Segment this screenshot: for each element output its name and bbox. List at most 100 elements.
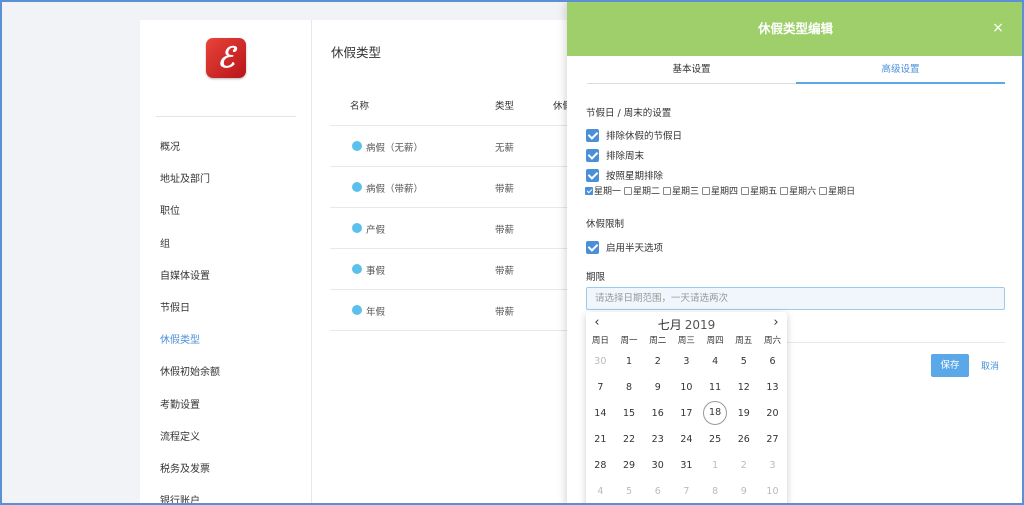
- calendar-day[interactable]: 14: [586, 400, 615, 426]
- save-button[interactable]: 保存: [931, 354, 969, 377]
- calendar-day[interactable]: 7: [586, 374, 615, 400]
- calendar-day[interactable]: 4: [586, 478, 615, 503]
- weekday-option[interactable]: 星期六: [780, 184, 816, 197]
- calendar-day[interactable]: 2: [729, 452, 758, 478]
- exclude-holidays-option[interactable]: 排除休假的节假日: [586, 128, 682, 142]
- calendar-day[interactable]: 5: [729, 348, 758, 374]
- calendar-day[interactable]: 7: [672, 478, 701, 503]
- calendar-day[interactable]: 30: [586, 348, 615, 374]
- calendar-day[interactable]: 8: [615, 374, 644, 400]
- calendar-day[interactable]: 1: [615, 348, 644, 374]
- chevron-right-icon[interactable]: ›: [769, 315, 783, 331]
- calendar-day[interactable]: 19: [729, 400, 758, 426]
- exclude-by-weekday-checkbox[interactable]: [586, 168, 599, 182]
- weekday-checkbox[interactable]: [780, 186, 789, 195]
- calendar-day[interactable]: 16: [643, 400, 672, 426]
- exclude-by-weekday-option[interactable]: 按照星期排除: [586, 168, 663, 182]
- calendar-day[interactable]: 10: [758, 478, 787, 503]
- calendar-day-today[interactable]: 18: [701, 400, 730, 426]
- weekday-checkbox[interactable]: [663, 186, 672, 195]
- weekday-option[interactable]: 星期二: [624, 184, 660, 197]
- calendar-day[interactable]: 5: [615, 478, 644, 503]
- calendar-day[interactable]: 23: [643, 426, 672, 452]
- calendar-day[interactable]: 3: [672, 348, 701, 374]
- calendar-weekday-label: 周日: [591, 336, 609, 346]
- weekday-option[interactable]: 星期五: [741, 184, 777, 197]
- table-row[interactable]: 事假 带薪: [330, 249, 590, 290]
- table-row[interactable]: 病假（带薪） 带薪: [330, 167, 590, 208]
- half-day-option[interactable]: 启用半天选项: [586, 240, 663, 254]
- calendar-day[interactable]: 21: [586, 426, 615, 452]
- half-day-label: 启用半天选项: [606, 243, 664, 254]
- calendar-day-number: 17: [680, 407, 693, 419]
- calendar-weekday-label: 周六: [763, 336, 781, 346]
- sidebar-item[interactable]: 节假日: [160, 299, 220, 331]
- calendar-day[interactable]: 26: [729, 426, 758, 452]
- calendar-day[interactable]: 15: [615, 400, 644, 426]
- sidebar-item[interactable]: 银行账户: [160, 492, 220, 503]
- calendar-day[interactable]: 30: [643, 452, 672, 478]
- weekday-checkbox[interactable]: [741, 186, 750, 195]
- sidebar-item[interactable]: 流程定义: [160, 428, 220, 460]
- sidebar-item[interactable]: 概况: [160, 138, 220, 170]
- calendar-day[interactable]: 2: [643, 348, 672, 374]
- leave-type-name: 年假: [366, 307, 386, 318]
- calendar-day[interactable]: 9: [643, 374, 672, 400]
- calendar-day[interactable]: 6: [758, 348, 787, 374]
- weekday-option[interactable]: 星期四: [702, 184, 738, 197]
- calendar-day[interactable]: 1: [701, 452, 730, 478]
- calendar-day[interactable]: 6: [643, 478, 672, 503]
- calendar-day[interactable]: 4: [701, 348, 730, 374]
- calendar-day[interactable]: 17: [672, 400, 701, 426]
- calendar-day[interactable]: 10: [672, 374, 701, 400]
- sidebar-item[interactable]: 职位: [160, 202, 220, 234]
- tab-basic-settings[interactable]: 基本设置: [587, 58, 796, 84]
- calendar-day[interactable]: 27: [758, 426, 787, 452]
- close-icon[interactable]: ×: [992, 21, 1004, 35]
- exclude-weekends-checkbox[interactable]: [586, 148, 599, 162]
- weekday-checkbox[interactable]: [819, 186, 828, 195]
- weekday-option[interactable]: 星期三: [663, 184, 699, 197]
- cancel-button[interactable]: 取消: [981, 359, 999, 372]
- calendar-day-number: 3: [769, 459, 776, 471]
- weekday-checkbox[interactable]: [585, 186, 593, 195]
- calendar-day-number: 20: [766, 407, 779, 419]
- calendar-day[interactable]: 8: [701, 478, 730, 503]
- calendar-day[interactable]: 22: [615, 426, 644, 452]
- sidebar-item[interactable]: 地址及部门: [160, 170, 220, 202]
- calendar-day[interactable]: 31: [672, 452, 701, 478]
- weekday-option[interactable]: 星期日: [819, 184, 855, 197]
- exclude-holidays-checkbox[interactable]: [586, 128, 599, 142]
- weekday-option[interactable]: 星期一: [585, 184, 621, 197]
- calendar-day[interactable]: 9: [729, 478, 758, 503]
- modal-header: 休假类型编辑 ×: [567, 2, 1022, 56]
- sidebar-item[interactable]: 休假初始余额: [160, 363, 220, 395]
- calendar-day-number: 24: [680, 433, 693, 445]
- table-row[interactable]: 年假 带薪: [330, 290, 590, 331]
- calendar-day[interactable]: 28: [586, 452, 615, 478]
- calendar-day-number: 14: [594, 407, 607, 419]
- table-row[interactable]: 产假 带薪: [330, 208, 590, 249]
- calendar-day[interactable]: 29: [615, 452, 644, 478]
- sidebar-item[interactable]: 考勤设置: [160, 396, 220, 428]
- date-range-input[interactable]: 请选择日期范围，一天请选两次: [586, 287, 1005, 310]
- exclude-by-weekday-label: 按照星期排除: [606, 171, 664, 182]
- calendar-day[interactable]: 12: [729, 374, 758, 400]
- half-day-checkbox[interactable]: [586, 240, 599, 254]
- weekday-checkbox[interactable]: [702, 186, 711, 195]
- calendar-day[interactable]: 11: [701, 374, 730, 400]
- weekday-label: 星期四: [711, 187, 739, 197]
- exclude-weekends-option[interactable]: 排除周末: [586, 148, 644, 162]
- sidebar-item[interactable]: 税务及发票: [160, 460, 220, 492]
- calendar-day[interactable]: 25: [701, 426, 730, 452]
- tab-advanced-settings[interactable]: 高级设置: [796, 58, 1005, 84]
- calendar-day[interactable]: 3: [758, 452, 787, 478]
- sidebar-item[interactable]: 休假类型: [160, 331, 220, 363]
- calendar-day[interactable]: 13: [758, 374, 787, 400]
- calendar-day[interactable]: 20: [758, 400, 787, 426]
- sidebar-item[interactable]: 组: [160, 235, 220, 267]
- sidebar-item[interactable]: 自媒体设置: [160, 267, 220, 299]
- calendar-day[interactable]: 24: [672, 426, 701, 452]
- table-row[interactable]: 病假（无薪） 无薪: [330, 126, 590, 167]
- weekday-checkbox[interactable]: [624, 186, 633, 195]
